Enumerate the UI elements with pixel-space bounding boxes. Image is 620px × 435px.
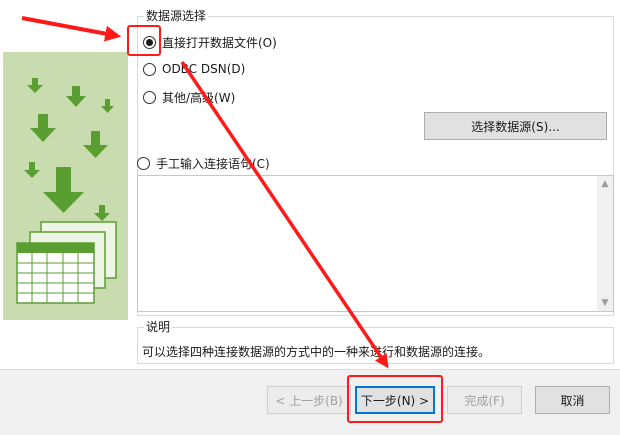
radio-manual-connection[interactable]: 手工输入连接语句(C) — [137, 155, 270, 172]
chevron-down-icon[interactable]: ▼ — [597, 295, 613, 311]
select-data-source-button[interactable]: 选择数据源(S)... — [424, 112, 607, 140]
highlight-box-radio — [127, 25, 161, 56]
description-title: 说明 — [144, 318, 173, 335]
radio-button[interactable] — [137, 157, 150, 170]
wizard-illustration — [3, 52, 128, 320]
finish-button[interactable]: 完成(F) — [447, 386, 522, 414]
prev-button[interactable]: < 上一步(B) — [267, 386, 351, 414]
radio-label-open-data-file: 直接打开数据文件(O) — [162, 36, 277, 50]
description-text: 可以选择四种连接数据源的方式中的一种来进行和数据源的连接。 — [142, 345, 491, 359]
chevron-up-icon[interactable]: ▲ — [597, 176, 613, 192]
radio-label-odbc-dsn: ODBC DSN(D) — [162, 62, 246, 76]
connection-input-scrollbar[interactable]: ▲ ▼ — [597, 176, 613, 311]
cancel-button[interactable]: 取消 — [535, 386, 610, 414]
data-source-group-title: 数据源选择 — [144, 7, 209, 24]
radio-open-data-file[interactable]: 直接打开数据文件(O) — [143, 34, 277, 51]
radio-label-manual-connection: 手工输入连接语句(C) — [156, 157, 270, 171]
arrow-to-radio — [21, 16, 122, 42]
radio-label-other-advanced: 其他/高级(W) — [162, 91, 236, 105]
radio-button[interactable] — [143, 62, 156, 76]
radio-button[interactable] — [143, 91, 156, 104]
highlight-box-next — [347, 375, 443, 423]
green-down-arrows-and-spreadsheets-icon — [16, 78, 117, 304]
radio-odbc-dsn[interactable]: ODBC DSN(D) — [143, 62, 245, 76]
connection-string-input[interactable] — [137, 175, 614, 312]
radio-other-advanced[interactable]: 其他/高级(W) — [143, 89, 235, 106]
